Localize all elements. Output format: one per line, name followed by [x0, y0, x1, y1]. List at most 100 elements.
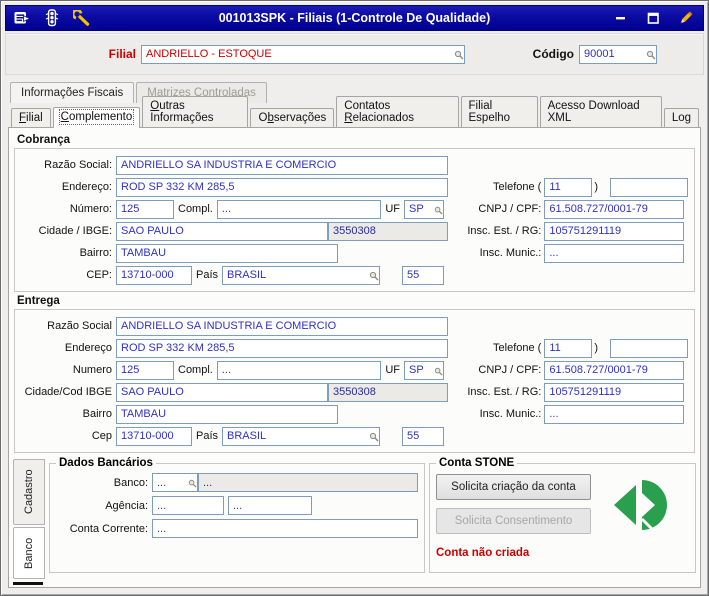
conta-corrente-input[interactable]: ...: [152, 519, 418, 538]
cobranca-group: Razão Social: ANDRIELLO SA INDUSTRIA E C…: [14, 148, 695, 292]
record-header: Filial ANDRIELLO - ESTOQUE Código 90001: [5, 33, 704, 75]
bairro-label: Bairro:: [79, 247, 112, 259]
numero-input[interactable]: 125: [116, 360, 174, 380]
banco-label: Banco:: [113, 476, 148, 489]
pais-label: País: [196, 269, 219, 281]
numero-label: Número:: [69, 203, 112, 215]
agencia-label: Agência:: [105, 499, 148, 512]
minimize-icon[interactable]: [611, 8, 631, 28]
razao-social-label: Razão Social:: [44, 159, 112, 171]
ddd-input[interactable]: 11: [544, 177, 593, 197]
razao-social-input[interactable]: ANDRIELLO SA INDUSTRIA E COMERCIO: [116, 155, 448, 175]
dados-bancarios-title: Dados Bancários: [59, 457, 153, 469]
agencia-input[interactable]: ...: [152, 496, 224, 515]
tab-informacoes-fiscais[interactable]: Informações Fiscais: [10, 82, 135, 103]
conta-corrente-label: Conta Corrente:: [69, 522, 148, 535]
numero-input[interactable]: 125: [116, 199, 174, 219]
tab-complemento[interactable]: Complemento: [52, 107, 141, 128]
magnifier-icon[interactable]: [646, 50, 656, 63]
telefone-close-paren: ): [594, 181, 598, 193]
bairro-label: Bairro: [82, 408, 112, 420]
endereco-label: Endereço:: [61, 181, 112, 193]
titlebar: 001013SPK - Filiais (1-Controle De Quali…: [5, 5, 704, 31]
insc-mun-input[interactable]: ...: [544, 243, 684, 263]
edit-pencil-icon[interactable]: [675, 8, 695, 28]
ibge-field: 3550308: [328, 221, 448, 241]
wrench-icon[interactable]: [72, 8, 92, 28]
banco-nome-field: ...: [198, 473, 418, 492]
cidade-input[interactable]: SAO PAULO: [116, 221, 328, 241]
razao-social-input[interactable]: ANDRIELLO SA INDUSTRIA E COMERCIO: [116, 316, 448, 336]
uf-input[interactable]: SP: [404, 360, 444, 380]
cnpj-input[interactable]: 61.508.727/0001-79: [544, 199, 684, 219]
bairro-input[interactable]: TAMBAU: [116, 404, 338, 424]
bairro-input[interactable]: TAMBAU: [116, 243, 338, 263]
form-list-icon[interactable]: [12, 8, 32, 28]
uf-label: UF: [385, 364, 400, 376]
cidade-ibge-label: Cidade/Cod IBGE: [24, 386, 112, 398]
compl-input[interactable]: ...: [216, 360, 382, 380]
ddd-input[interactable]: 11: [544, 338, 593, 358]
magnifier-icon[interactable]: [369, 271, 379, 284]
telefone-input[interactable]: [610, 338, 688, 358]
agencia-dv-input[interactable]: ...: [228, 496, 312, 515]
tab-outras-informacoes[interactable]: Outras Informações: [142, 96, 249, 127]
endereco-input[interactable]: ROD SP 332 KM 285,5: [116, 338, 448, 358]
telefone-close-paren: ): [594, 342, 598, 354]
side-tab-banco[interactable]: Banco: [13, 527, 45, 579]
insc-est-input[interactable]: 105751291119: [544, 221, 684, 241]
codigo-label: Código: [532, 47, 574, 61]
cep-label: Cep: [91, 430, 112, 442]
tab-log[interactable]: Log: [663, 108, 699, 127]
insc-mun-label: Insc. Munic.:: [479, 247, 542, 259]
cidade-ibge-label: Cidade / IBGE:: [38, 225, 112, 237]
ddi-input[interactable]: 55: [402, 265, 444, 285]
pais-input[interactable]: BRASIL: [222, 426, 380, 446]
tab-acesso-download-xml[interactable]: Acesso Download XML: [539, 96, 662, 127]
dados-bancarios-group: Dados Bancários Banco: ... ... Agência: …: [49, 457, 425, 573]
tab-observacoes[interactable]: Observações: [250, 108, 335, 127]
filial-input[interactable]: ANDRIELLO - ESTOQUE: [141, 44, 465, 64]
cidade-input[interactable]: SAO PAULO: [116, 382, 328, 402]
insc-est-label: Insc. Est. / RG:: [467, 225, 542, 237]
magnifier-icon[interactable]: [434, 206, 443, 218]
cobranca-title: Cobrança: [17, 134, 71, 146]
endereco-input[interactable]: ROD SP 332 KM 285,5: [116, 177, 448, 197]
razao-social-label: Razão Social: [47, 320, 112, 332]
magnifier-icon[interactable]: [188, 479, 197, 491]
banco-codigo-input[interactable]: ...: [152, 473, 198, 492]
side-tab-cadastro[interactable]: Cadastro: [13, 459, 45, 525]
traffic-light-icon[interactable]: [42, 8, 62, 28]
tab-contatos-relacionados[interactable]: Contatos Relacionados: [336, 96, 459, 127]
telefone-input[interactable]: [610, 177, 688, 197]
solicita-criacao-conta-button[interactable]: Solicita criação da conta: [436, 474, 591, 500]
magnifier-icon[interactable]: [454, 50, 464, 63]
codigo-input[interactable]: 90001: [579, 44, 657, 64]
magnifier-icon[interactable]: [369, 432, 379, 445]
insc-mun-label: Insc. Munic.:: [479, 408, 542, 420]
cep-input[interactable]: 13710-000: [116, 426, 192, 446]
inner-tabs: Filial Complemento Outras Informações Ob…: [8, 96, 701, 128]
stone-logo-icon: [613, 477, 667, 538]
insc-est-input[interactable]: 105751291119: [544, 382, 684, 402]
numero-label: Numero: [72, 364, 112, 376]
cep-label: CEP:: [86, 269, 112, 281]
tab-filial-espelho[interactable]: Filial Espelho: [460, 96, 538, 127]
tab-filial[interactable]: Filial: [11, 108, 51, 127]
side-tabs: Cadastro Banco: [13, 457, 45, 585]
uf-input[interactable]: SP: [404, 199, 444, 219]
cep-input[interactable]: 13710-000: [116, 265, 192, 285]
telefone-label: Telefone (: [493, 342, 542, 354]
cnpj-label: CNPJ / CPF:: [478, 364, 542, 376]
entrega-group: Razão Social ANDRIELLO SA INDUSTRIA E CO…: [14, 309, 695, 453]
insc-mun-input[interactable]: ...: [544, 404, 684, 424]
compl-input[interactable]: ...: [216, 199, 382, 219]
cnpj-input[interactable]: 61.508.727/0001-79: [544, 360, 684, 380]
window-title: 001013SPK - Filiais (1-Controle De Quali…: [218, 11, 491, 25]
maximize-icon[interactable]: [643, 8, 663, 28]
pais-label: País: [196, 430, 219, 442]
cnpj-label: CNPJ / CPF:: [478, 203, 542, 215]
magnifier-icon[interactable]: [434, 367, 443, 379]
ddi-input[interactable]: 55: [402, 426, 444, 446]
pais-input[interactable]: BRASIL: [222, 265, 380, 285]
